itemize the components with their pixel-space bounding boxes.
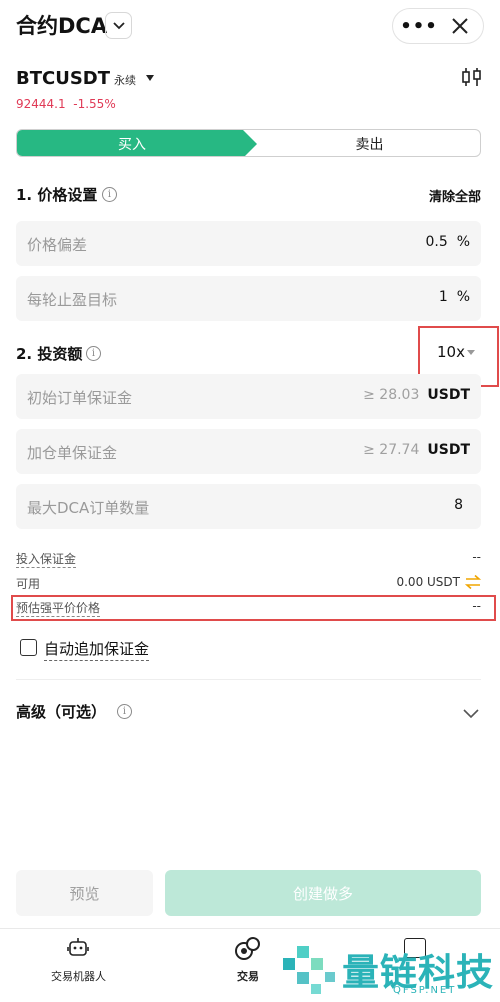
caret-down-icon[interactable]	[467, 350, 475, 355]
est-liquidation-value: --	[472, 599, 481, 613]
symbol-name[interactable]: BTCUSDT	[16, 68, 110, 89]
field-label: 价格偏差	[27, 236, 88, 254]
usdt-unit: USDT	[427, 442, 470, 458]
auto-margin-label[interactable]: 自动追加保证金	[44, 638, 150, 661]
min-hint: ≥ 28.03	[363, 387, 420, 403]
clear-all-button[interactable]: 清除全部	[429, 186, 481, 205]
add-margin-field[interactable]: 加仓单保证金 ≥ 27.74 USDT	[16, 429, 481, 474]
max-dca-orders-value[interactable]: 8	[454, 497, 463, 513]
tab-trade[interactable]	[234, 936, 264, 966]
price-deviation-value: 0.5	[425, 234, 448, 250]
candlestick-chart-icon[interactable]	[461, 66, 483, 88]
price-settings-title: 1. 价格设置	[16, 186, 98, 204]
available-label: 可用	[16, 577, 41, 591]
chevron-down-icon	[463, 709, 479, 719]
page-title: 合约DCA	[16, 14, 108, 38]
expand-advanced-button[interactable]	[463, 704, 479, 723]
invested-margin-label: 投入保证金	[16, 552, 77, 568]
create-long-button[interactable]: 创建做多	[165, 870, 481, 916]
robot-icon	[67, 938, 89, 956]
max-dca-orders-field[interactable]: 最大DCA订单数量 8	[16, 484, 481, 529]
take-profit-value: 1	[438, 289, 448, 305]
invested-margin-value: --	[472, 550, 481, 564]
title-dropdown-button[interactable]	[105, 12, 132, 39]
sell-tab-label: 卖出	[355, 137, 384, 153]
info-icon[interactable]: i	[117, 704, 132, 719]
investment-title: 2. 投资额	[16, 345, 83, 363]
field-label: 每轮止盈目标	[27, 291, 118, 309]
advanced-section-title[interactable]: 高级（可选）	[16, 701, 106, 722]
field-value[interactable]: ≥ 28.03 USDT	[363, 387, 470, 403]
transfer-icon[interactable]	[464, 574, 482, 590]
percent-unit: %	[456, 234, 470, 250]
min-hint: ≥ 27.74	[363, 442, 420, 458]
more-button[interactable]: •••	[400, 14, 437, 38]
info-icon[interactable]: i	[102, 187, 117, 202]
available-value: 0.00 USDT	[396, 575, 460, 589]
field-label: 初始订单保证金	[27, 389, 133, 407]
field-value[interactable]: ≥ 27.74 USDT	[363, 442, 470, 458]
divider	[16, 679, 481, 680]
contract-type[interactable]: 永续	[114, 72, 136, 88]
price-deviation-field[interactable]: 价格偏差 0.5 %	[16, 221, 481, 266]
symbol-price: 92444.1 -1.55%	[16, 97, 116, 111]
watermark-logo	[283, 944, 335, 996]
usdt-unit: USDT	[427, 387, 470, 403]
est-liquidation-label: 预估强平价价格	[16, 601, 101, 617]
buy-tab[interactable]: 买入	[17, 130, 257, 156]
more-icon: •••	[400, 15, 438, 37]
chevron-down-icon	[112, 21, 125, 29]
field-label: 加仓单保证金	[27, 444, 118, 462]
watermark-subtext: QFSP.NET	[393, 985, 457, 996]
info-icon[interactable]: i	[86, 346, 101, 361]
close-button[interactable]	[446, 12, 474, 40]
buy-tab-label: 买入	[118, 137, 146, 153]
sell-tab[interactable]: 卖出	[257, 130, 480, 156]
field-value[interactable]: 0.5 %	[426, 234, 470, 250]
close-icon	[452, 18, 468, 34]
tab-label: 交易	[237, 970, 259, 983]
leverage-value: 10x	[437, 343, 465, 361]
price-value: 92444.1	[16, 97, 66, 111]
tab-label: 交易机器人	[51, 970, 106, 983]
auto-margin-checkbox[interactable]	[20, 639, 37, 656]
side-toggle: 买入 卖出	[16, 129, 481, 157]
field-label: 最大DCA订单数量	[27, 499, 150, 517]
leverage-selector[interactable]: 10x	[437, 343, 465, 361]
field-value[interactable]: 1 %	[439, 289, 470, 305]
preview-button[interactable]: 预览	[16, 870, 153, 916]
take-profit-field[interactable]: 每轮止盈目标 1 %	[16, 276, 481, 321]
percent-unit: %	[456, 289, 470, 305]
initial-margin-field[interactable]: 初始订单保证金 ≥ 28.03 USDT	[16, 374, 481, 419]
price-change: -1.55%	[73, 97, 116, 111]
caret-down-icon[interactable]	[146, 75, 154, 81]
trade-icon	[235, 937, 260, 960]
